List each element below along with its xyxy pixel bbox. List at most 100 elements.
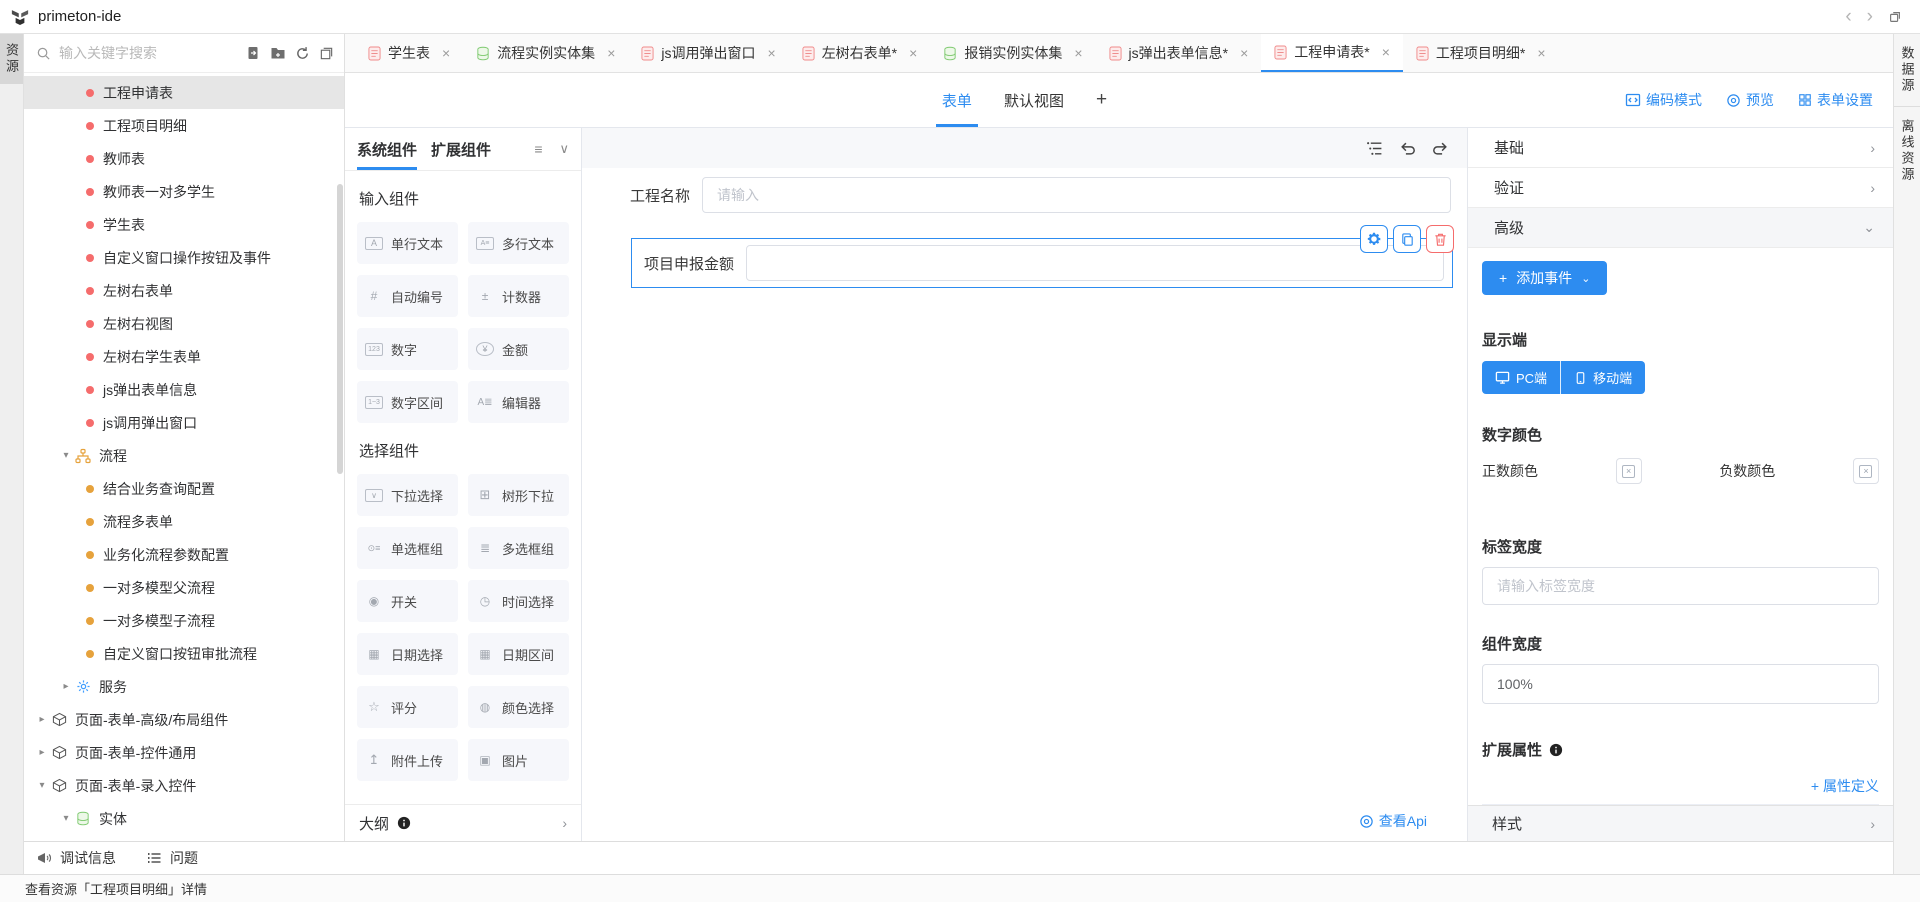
inspector-section-expanded[interactable]: 高级⌄ [1468, 208, 1893, 248]
inspector-section-collapsed[interactable]: 验证› [1468, 168, 1893, 208]
editor-tab[interactable]: js弹出表单信息*× [1096, 34, 1262, 72]
header-action[interactable]: 表单设置 [1798, 90, 1873, 110]
component-width-input[interactable]: 100% [1482, 664, 1879, 704]
refresh-icon[interactable] [295, 46, 310, 61]
positive-color-swatch[interactable]: × [1616, 458, 1642, 484]
bottom-tab[interactable]: 问题 [146, 848, 198, 868]
editor-tab[interactable]: 工程项目明细*× [1403, 34, 1559, 72]
editor-tab[interactable]: 流程实例实体集× [463, 34, 628, 72]
form-field-name[interactable]: 工程名称 请输入 [630, 177, 1451, 213]
undo-icon[interactable] [1399, 140, 1416, 157]
palette-item[interactable]: ◉开关 [357, 580, 458, 622]
tree-item[interactable]: 一对多模型父流程 [24, 571, 344, 604]
tree-item[interactable]: 左树右表单 [24, 274, 344, 307]
tree-item[interactable]: 工程项目明细 [24, 109, 344, 142]
tree-item[interactable]: 自定义窗口操作按钮及事件 [24, 241, 344, 274]
palette-item[interactable]: ±计数器 [468, 275, 569, 317]
negative-color-swatch[interactable]: × [1853, 458, 1879, 484]
header-action[interactable]: 编码模式 [1625, 90, 1702, 110]
tree-item[interactable]: js调用弹出窗口 [24, 406, 344, 439]
tree-item[interactable]: 一对多模型子流程 [24, 604, 344, 637]
caret-down-icon[interactable]: ▾ [34, 780, 50, 791]
tree-item[interactable]: ▾实体 [24, 802, 344, 835]
tree-item[interactable]: ▾页面-表单-录入控件 [24, 769, 344, 802]
view-api-link[interactable]: 查看Api [1359, 811, 1427, 831]
palette-item[interactable]: A≡多行文本 [468, 222, 569, 264]
palette-tab[interactable]: 扩展组件 [431, 128, 491, 170]
close-icon[interactable]: × [1240, 45, 1248, 61]
outline-footer[interactable]: 大纲 › [345, 804, 581, 841]
rail-item[interactable]: 数据源 [1894, 34, 1920, 107]
close-icon[interactable]: × [1382, 44, 1390, 60]
palette-item[interactable]: #自动编号 [357, 275, 458, 317]
selected-field-amount[interactable]: 项目申报金额 [631, 238, 1453, 288]
close-icon[interactable]: × [1537, 45, 1545, 61]
tree-item[interactable]: js弹出表单信息 [24, 373, 344, 406]
display-button[interactable]: 移动端 [1561, 361, 1645, 394]
field-settings-button[interactable] [1360, 225, 1388, 253]
folder-add-icon[interactable] [270, 45, 286, 61]
tree-item[interactable]: ▸页面-表单-高级/布局组件 [24, 703, 344, 736]
caret-right-icon[interactable]: ▸ [34, 714, 50, 725]
display-button[interactable]: PC端 [1482, 361, 1561, 394]
tree-item[interactable]: 业务化流程参数配置 [24, 538, 344, 571]
palette-item[interactable]: A≣编辑器 [468, 381, 569, 423]
palette-item[interactable]: ¥金额 [468, 328, 569, 370]
scrollbar-thumb[interactable] [337, 184, 343, 474]
palette-item[interactable]: ▦日期选择 [357, 633, 458, 675]
redo-icon[interactable] [1432, 140, 1449, 157]
tree-item[interactable]: 教师表 [24, 142, 344, 175]
menu-icon[interactable]: ≡ [534, 141, 542, 157]
palette-item[interactable]: ∨下拉选择 [357, 474, 458, 516]
rail-item[interactable]: 离线资源 [1894, 107, 1920, 195]
label-width-input[interactable]: 请输入标签宽度 [1482, 567, 1879, 605]
palette-item[interactable]: ◍颜色选择 [468, 686, 569, 728]
window-restore-icon[interactable] [1888, 10, 1902, 24]
close-icon[interactable]: × [1074, 45, 1082, 61]
bottom-tab[interactable]: 调试信息 [36, 848, 116, 868]
palette-item[interactable]: ⊞树形下拉 [468, 474, 569, 516]
palette-item[interactable]: 1~3数字区间 [357, 381, 458, 423]
tree-item[interactable]: 学生表 [24, 208, 344, 241]
import-icon[interactable] [245, 45, 261, 61]
name-input[interactable]: 请输入 [702, 177, 1451, 213]
add-view-button[interactable]: + [1096, 73, 1107, 127]
palette-item[interactable]: ▣图片 [468, 739, 569, 781]
nav-forward-icon[interactable]: › [1867, 6, 1873, 28]
field-delete-button[interactable] [1426, 225, 1454, 253]
tree-item[interactable]: 流程多表单 [24, 505, 344, 538]
tree-item[interactable]: 教师表一对多学生 [24, 175, 344, 208]
field-copy-button[interactable] [1393, 225, 1421, 253]
close-icon[interactable]: × [607, 45, 615, 61]
header-action[interactable]: 预览 [1726, 90, 1774, 110]
close-icon[interactable]: × [909, 45, 917, 61]
nav-back-icon[interactable]: ‹ [1845, 6, 1851, 28]
tree-item[interactable]: 结合业务查询配置 [24, 472, 344, 505]
close-icon[interactable]: × [768, 45, 776, 61]
caret-down-icon[interactable]: ▾ [58, 813, 74, 824]
tree-item[interactable]: ▸页面-表单-控件通用 [24, 736, 344, 769]
view-tab[interactable]: 默认视图 [1004, 73, 1064, 127]
palette-item[interactable]: 123数字 [357, 328, 458, 370]
view-tab[interactable]: 表单 [942, 73, 972, 127]
tree-item[interactable]: ▸服务 [24, 670, 344, 703]
caret-down-icon[interactable]: ▾ [58, 450, 74, 461]
collapse-icon[interactable] [319, 46, 334, 61]
tree-item[interactable]: ▾流程 [24, 439, 344, 472]
caret-right-icon[interactable]: ▸ [58, 681, 74, 692]
palette-item[interactable]: ↥附件上传 [357, 739, 458, 781]
add-event-button[interactable]: + 添加事件 ⌄ [1482, 261, 1607, 295]
rail-item-resources[interactable]: 资源 [0, 34, 23, 84]
chevron-down-icon[interactable]: ∨ [559, 141, 569, 157]
editor-tab[interactable]: js调用弹出窗口× [628, 34, 788, 72]
editor-tab[interactable]: 左树右表单*× [789, 34, 931, 72]
palette-item[interactable]: ≣多选框组 [468, 527, 569, 569]
style-section[interactable]: 样式 › [1468, 805, 1893, 841]
palette-item[interactable]: ◷时间选择 [468, 580, 569, 622]
tree-item[interactable]: 左树右视图 [24, 307, 344, 340]
palette-tab[interactable]: 系统组件 [357, 128, 417, 170]
outline-tree-icon[interactable] [1366, 140, 1383, 157]
close-icon[interactable]: × [442, 45, 450, 61]
palette-item[interactable]: ⊙≡单选框组 [357, 527, 458, 569]
amount-input[interactable] [746, 245, 1444, 281]
